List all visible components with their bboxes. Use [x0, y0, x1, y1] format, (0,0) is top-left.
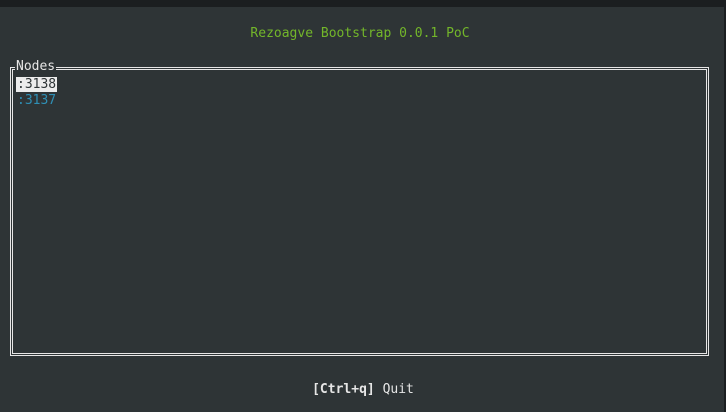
shortcut-bar: [Ctrl+q] Quit	[0, 381, 726, 398]
node-item-label: :3138	[16, 77, 58, 92]
nodes-panel-title: Nodes	[15, 59, 57, 75]
quit-shortcut-key[interactable]: [Ctrl+q]	[312, 382, 375, 397]
node-item[interactable]: :3138	[16, 77, 58, 93]
window-top-bar	[0, 0, 726, 7]
nodes-panel	[10, 67, 709, 356]
node-item-label: :3137	[17, 93, 57, 108]
node-item[interactable]: :3137	[16, 93, 57, 109]
quit-shortcut-label: Quit	[382, 382, 414, 397]
app-title: Rezoagve Bootstrap 0.0.1 PoC	[250, 26, 470, 41]
node-list: :3138 :3137	[16, 77, 58, 109]
